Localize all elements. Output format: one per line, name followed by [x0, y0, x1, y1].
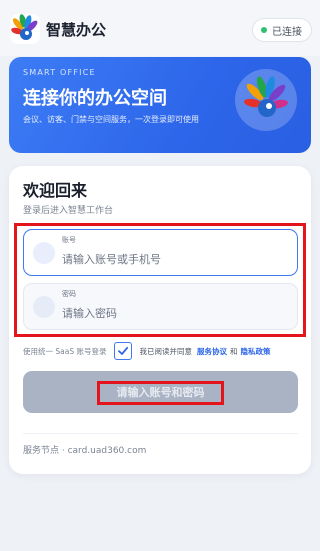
sso-hint: 使用统一 SaaS 账号登录: [23, 346, 107, 356]
lock-icon: [33, 296, 55, 318]
service-node-text: 服务节点 · card.uad360.com: [23, 446, 147, 456]
divider: [23, 433, 298, 434]
privacy-policy-link[interactable]: 隐私政策: [240, 346, 270, 357]
account-input[interactable]: [62, 249, 287, 269]
hero-banner: SMART OFFICE 连接你的办公空间 会议、访客、门禁与空间服务，一次登录…: [9, 57, 311, 153]
peacock-logo-icon: [10, 14, 40, 44]
agreement-checkbox[interactable]: [114, 342, 133, 360]
hero-title: 连接你的办公空间: [23, 88, 167, 109]
user-icon: [33, 242, 55, 264]
top-bar: 智慧办公 已连接: [0, 0, 320, 56]
agreement-row: 使用统一 SaaS 账号登录 我已阅读并同意 服务协议 和 隐私政策: [23, 340, 305, 362]
welcome-title: 欢迎回来: [23, 181, 88, 200]
app-title: 智慧办公: [46, 21, 107, 39]
password-label: 密码: [62, 290, 76, 298]
account-field[interactable]: 账号: [23, 229, 298, 276]
login-card: 欢迎回来 登录后进入智慧工作台 账号 密码 使用统一 SaaS 账号登录 我已阅…: [9, 166, 311, 474]
service-agreement-link[interactable]: 服务协议: [197, 346, 227, 357]
status-dot-icon: [261, 27, 267, 33]
password-field[interactable]: 密码: [23, 283, 298, 330]
hero-subtitle: 会议、访客、门禁与空间服务，一次登录即可使用: [23, 115, 199, 124]
login-submit-label: 请输入账号和密码: [116, 387, 205, 399]
connection-status-label: 已连接: [272, 26, 302, 38]
agreement-text: 我已阅读并同意: [139, 346, 192, 356]
connection-status-badge: 已连接: [252, 18, 312, 42]
agreement-and: 和: [229, 346, 238, 356]
account-label: 账号: [62, 236, 76, 244]
login-submit-button[interactable]: 请输入账号和密码: [23, 371, 298, 413]
password-input[interactable]: [62, 303, 287, 323]
hero-logo-icon: [235, 69, 297, 131]
check-icon: [118, 346, 129, 355]
hero-eyebrow: SMART OFFICE: [23, 68, 96, 77]
welcome-subtitle: 登录后进入智慧工作台: [23, 206, 114, 216]
